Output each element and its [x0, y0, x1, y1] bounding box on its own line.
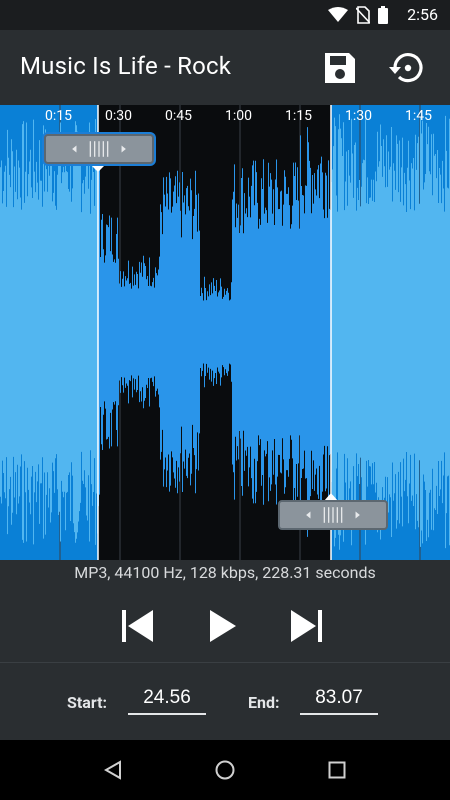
system-nav-bar	[0, 740, 450, 800]
skip-previous-icon	[122, 610, 153, 642]
skip-next-button[interactable]	[285, 604, 329, 648]
end-marker-handle[interactable]	[278, 500, 388, 530]
drag-grip-icon	[306, 507, 360, 523]
end-label: End:	[248, 693, 280, 712]
tick-label: 1:00	[225, 108, 252, 124]
app-title: Music Is Life - Rock	[20, 52, 232, 80]
tick-label: 1:30	[345, 108, 372, 124]
skip-previous-button[interactable]	[115, 604, 159, 648]
play-button[interactable]	[200, 604, 244, 648]
nav-home-button[interactable]	[209, 754, 241, 786]
nav-recents-icon	[328, 761, 346, 779]
revert-button[interactable]	[385, 46, 429, 90]
revert-icon	[389, 53, 423, 83]
waveform-view[interactable]: 0:15 0:30 0:45 1:00 1:15 1:30 1:45	[0, 105, 450, 560]
nav-recents-button[interactable]	[321, 754, 353, 786]
start-label: Start:	[67, 693, 107, 712]
audio-info-text: MP3, 44100 Hz, 128 kbps, 228.31 seconds	[0, 560, 450, 590]
transport-controls	[0, 590, 450, 662]
nav-back-icon	[103, 760, 121, 780]
save-icon	[325, 53, 355, 83]
tick-label: 0:30	[105, 108, 132, 124]
tick-label: 0:45	[165, 108, 192, 124]
waveform-bars	[0, 114, 450, 550]
nav-back-button[interactable]	[97, 754, 129, 786]
tick-label: 0:15	[45, 108, 72, 124]
skip-next-icon	[291, 610, 322, 642]
save-button[interactable]	[318, 46, 362, 90]
start-marker-handle[interactable]	[44, 134, 154, 164]
play-icon	[210, 610, 236, 642]
status-time: 2:56	[407, 5, 438, 24]
start-time-input[interactable]	[128, 683, 206, 715]
waveform-canvas[interactable]	[0, 105, 450, 560]
battery-icon	[378, 6, 388, 24]
wifi-icon	[328, 7, 348, 22]
status-bar: 2:56	[0, 0, 450, 30]
status-icons	[328, 6, 388, 24]
nav-home-icon	[215, 760, 235, 780]
end-time-input[interactable]	[300, 683, 378, 715]
no-sim-icon	[356, 6, 370, 24]
app-bar: Music Is Life - Rock	[0, 30, 450, 105]
drag-grip-icon	[72, 141, 126, 157]
tick-label: 1:45	[405, 108, 432, 124]
trim-fields: Start: End:	[0, 663, 450, 740]
tick-label: 1:15	[285, 108, 312, 124]
